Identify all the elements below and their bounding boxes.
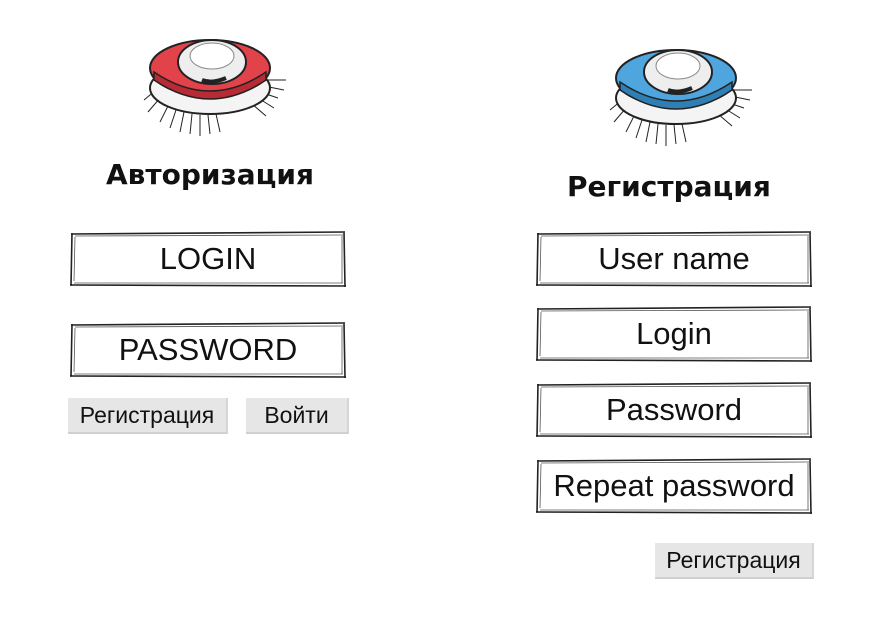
auth-page: Авторизация Регистрация Войти	[0, 0, 869, 632]
password-input[interactable]	[75, 326, 341, 374]
register-login-input[interactable]	[541, 310, 807, 358]
register-submit-button[interactable]: Регистрация	[655, 543, 814, 579]
username-field-wrapper	[535, 231, 813, 288]
password-field-wrapper	[69, 322, 347, 379]
login-field-wrapper	[69, 231, 347, 288]
register-login-field-wrapper	[535, 306, 813, 363]
login-input[interactable]	[75, 235, 341, 283]
repeat-password-field-wrapper	[535, 458, 813, 515]
username-input[interactable]	[541, 235, 807, 283]
repeat-password-input[interactable]	[541, 462, 807, 510]
go-to-register-button[interactable]: Регистрация	[68, 398, 228, 434]
robot-vacuum-red-logo	[140, 20, 290, 138]
register-password-input[interactable]	[541, 386, 807, 434]
register-form-title: Регистрация	[567, 170, 771, 203]
login-form-title: Авторизация	[106, 158, 315, 191]
register-password-field-wrapper	[535, 382, 813, 439]
robot-vacuum-blue-logo	[606, 30, 756, 148]
login-submit-button[interactable]: Войти	[246, 398, 349, 434]
